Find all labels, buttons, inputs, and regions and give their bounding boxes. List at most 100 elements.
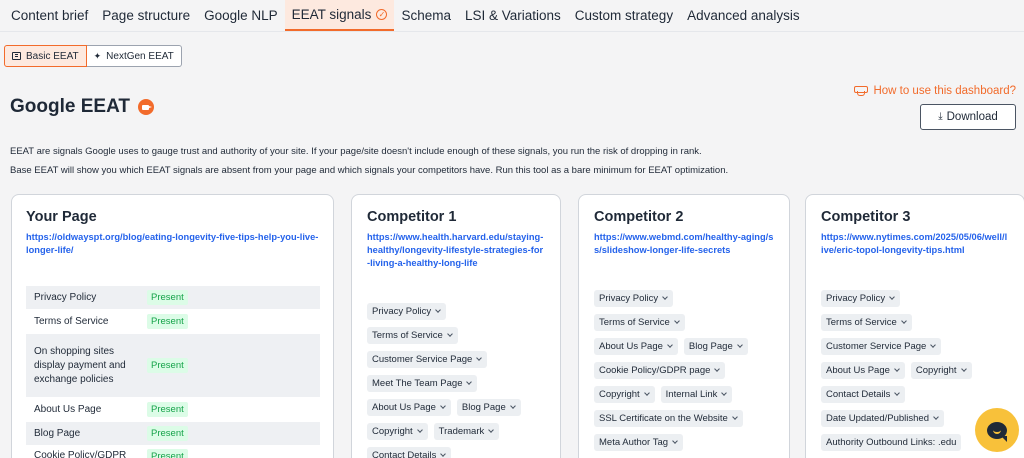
chevron-down-icon	[440, 451, 447, 457]
chip-label: Privacy Policy	[599, 292, 659, 304]
chevron-down-icon	[435, 307, 441, 313]
description-line-1: EEAT are signals Google uses to gauge tr…	[10, 146, 702, 157]
eeat-mode-toggle: Basic EEAT ✦ NextGen EEAT	[4, 45, 182, 67]
chip-label: Terms of Service	[372, 329, 443, 341]
chat-bubble-icon	[987, 421, 1007, 442]
tab-content-brief[interactable]: Content brief	[4, 0, 95, 31]
signal-chip[interactable]: Terms of Service	[821, 313, 912, 331]
signal-chip[interactable]: Customer Service Page	[367, 350, 488, 368]
signal-chip[interactable]: Terms of Service	[367, 326, 458, 344]
chip-label: Contact Details	[826, 388, 891, 400]
your-page-url[interactable]: https://oldwayspt.org/blog/eating-longev…	[26, 231, 319, 257]
tab-lsi-variations[interactable]: LSI & Variations	[458, 0, 568, 31]
chevron-down-icon	[894, 366, 900, 372]
top-tab-bar: Content brief Page structure Google NLP …	[0, 0, 1024, 32]
tab-schema[interactable]: Schema	[394, 0, 458, 31]
chip-label: Authority Outbound Links: .edu	[826, 436, 957, 448]
signal-chip[interactable]: Contact Details	[367, 446, 452, 458]
tab-google-nlp[interactable]: Google NLP	[197, 0, 285, 31]
sparkle-icon: ✦	[93, 50, 102, 61]
chip-label: Meet The Team Page	[372, 377, 463, 389]
signal-chip[interactable]: Trademark	[433, 422, 500, 440]
competitor-3-title: Competitor 3	[821, 209, 911, 225]
signal-chip[interactable]: Copyright	[910, 361, 972, 379]
chevron-down-icon	[440, 403, 446, 409]
status-badge: Present	[147, 426, 188, 441]
how-to-link[interactable]: How to use this dashboard?	[853, 85, 1016, 97]
signal-chip[interactable]: Privacy Policy	[367, 302, 447, 320]
competitor-2-card: Competitor 2 https://www.webmd.com/healt…	[578, 194, 790, 458]
signal-chip[interactable]: SSL Certificate on the Website	[594, 409, 743, 427]
tab-eeat-signals[interactable]: EEAT signals ✓	[284, 0, 395, 31]
signal-label: Cookie Policy/GDPR	[34, 450, 127, 458]
signal-label: Privacy Policy	[34, 291, 97, 303]
signal-chip[interactable]: Meet The Team Page	[367, 374, 478, 392]
chevron-down-icon	[643, 390, 650, 396]
signal-chip[interactable]: Blog Page	[683, 337, 748, 355]
competitor-2-title: Competitor 2	[594, 209, 684, 225]
signal-chip[interactable]: Blog Page	[456, 398, 521, 416]
chevron-down-icon	[446, 331, 453, 337]
status-badge: Present	[147, 402, 188, 417]
chat-launcher-button[interactable]	[975, 408, 1019, 452]
competitor-1-title: Competitor 1	[367, 209, 457, 225]
signal-chip[interactable]: Copyright	[594, 385, 655, 403]
chip-label: Meta Author Tag	[599, 436, 669, 448]
competitor-1-card: Competitor 1 https://www.health.harvard.…	[351, 194, 561, 458]
signal-chip[interactable]: Authority Outbound Links: .edu	[821, 433, 962, 451]
nextgen-eeat-button[interactable]: ✦ NextGen EEAT	[86, 45, 182, 67]
signal-chip[interactable]: Privacy Policy	[821, 289, 901, 307]
signal-chip[interactable]: Cookie Policy/GDPR page	[594, 361, 726, 379]
download-button[interactable]: ⤓ Download	[920, 104, 1016, 130]
basic-eeat-label: Basic EEAT	[26, 50, 79, 62]
chip-label: Privacy Policy	[826, 292, 886, 304]
check-circle-icon: ✓	[376, 9, 388, 20]
tab-custom-strategy[interactable]: Custom strategy	[568, 0, 680, 31]
chip-label: Terms of Service	[599, 316, 670, 328]
signal-chip[interactable]: Privacy Policy	[594, 289, 674, 307]
signal-chip[interactable]: Date Updated/Published	[821, 409, 944, 427]
signal-label: On shopping sites display payment and ex…	[34, 345, 126, 385]
signal-chip[interactable]: Internal Link	[660, 385, 733, 403]
signal-chip[interactable]: Contact Details	[821, 385, 906, 403]
tab-page-structure[interactable]: Page structure	[95, 0, 197, 31]
chip-label: Copyright	[372, 425, 413, 437]
basic-eeat-button[interactable]: Basic EEAT	[4, 45, 87, 67]
competitor-2-signals: Privacy Policy Terms of Service About Us…	[594, 286, 748, 454]
chevron-down-icon	[672, 438, 678, 444]
description-line-2: Base EEAT will show you which EEAT signa…	[10, 165, 729, 176]
chip-label: SSL Certificate on the Website	[599, 412, 728, 424]
chip-label: Customer Service Page	[372, 353, 473, 365]
chevron-down-icon	[889, 294, 895, 300]
chevron-down-icon	[466, 379, 473, 385]
chip-label: Cookie Policy/GDPR page	[599, 364, 711, 376]
chip-label: Blog Page	[461, 401, 506, 413]
download-icon: ⤓	[938, 111, 943, 122]
signal-label: Blog Page	[34, 427, 81, 439]
chevron-down-icon	[509, 403, 516, 409]
signal-chip[interactable]: About Us Page	[594, 337, 678, 355]
signal-chip[interactable]: Copyright	[367, 422, 428, 440]
signal-chip[interactable]: Meta Author Tag	[594, 433, 684, 451]
chevron-down-icon	[960, 366, 967, 372]
chevron-down-icon	[721, 390, 728, 396]
status-badge: Present	[147, 290, 188, 305]
competitor-1-url[interactable]: https://www.health.harvard.edu/staying-h…	[367, 231, 545, 270]
chip-label: Copyright	[599, 388, 640, 400]
signal-chip[interactable]: Customer Service Page	[821, 337, 942, 355]
competitor-2-url[interactable]: https://www.webmd.com/healthy-aging/ss/s…	[594, 231, 774, 257]
list-icon	[12, 52, 21, 60]
chip-label: Customer Service Page	[826, 340, 927, 352]
chevron-down-icon	[714, 366, 721, 372]
table-row: Blog Page Present	[26, 422, 320, 446]
video-icon[interactable]	[137, 99, 154, 115]
competitor-3-url[interactable]: https://www.nytimes.com/2025/05/06/well/…	[821, 231, 1009, 257]
tab-advanced-analysis[interactable]: Advanced analysis	[680, 0, 807, 31]
status-badge: Present	[147, 449, 188, 458]
signal-chip[interactable]: About Us Page	[821, 361, 905, 379]
signal-chip[interactable]: Terms of Service	[594, 313, 685, 331]
how-to-label: How to use this dashboard?	[873, 85, 1016, 97]
competitor-3-signals: Privacy Policy Terms of Service Customer…	[821, 286, 972, 454]
chip-label: Terms of Service	[826, 316, 897, 328]
signal-chip[interactable]: About Us Page	[367, 398, 451, 416]
